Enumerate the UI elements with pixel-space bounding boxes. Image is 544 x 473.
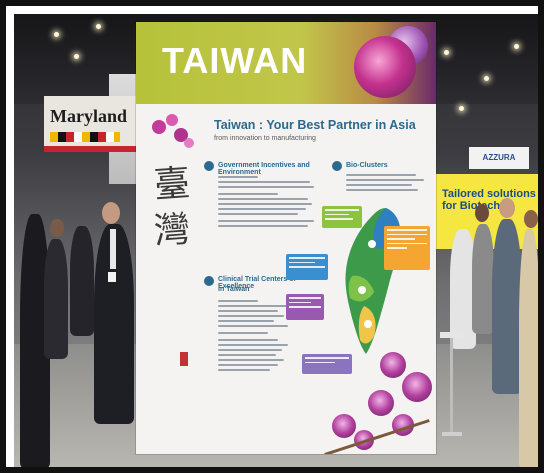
visitor-silhouette xyxy=(492,219,522,394)
ceiling-light xyxy=(54,32,59,37)
visitor-silhouette xyxy=(70,226,94,336)
calligraphy-char: 臺 xyxy=(152,162,192,207)
calligraphy-taiwan: 臺 灣 xyxy=(152,162,194,254)
azzura-sign: AZZURA xyxy=(469,147,529,169)
banner-subtitle: Taiwan : Your Best Partner in Asia xyxy=(214,118,416,132)
orchid-flower-icon xyxy=(402,372,432,402)
section-bullet-icon xyxy=(204,161,214,171)
shirt-collar xyxy=(110,229,116,269)
banner-tagline: from innovation to manufacturing xyxy=(214,135,316,142)
ceiling-light xyxy=(96,24,101,29)
visitor-silhouette xyxy=(44,239,68,359)
ceiling-light xyxy=(444,50,449,55)
ceiling-light xyxy=(514,44,519,49)
ceiling-light xyxy=(484,76,489,81)
section-bio-text xyxy=(346,174,426,194)
red-seal-stamp xyxy=(180,352,188,366)
callout-box-icon xyxy=(384,226,430,270)
ceiling-light xyxy=(459,106,464,111)
orchid-flower-icon xyxy=(332,414,356,438)
taiwan-banner: TAIWAN Taiwan : Your Best Partner in Asi… xyxy=(136,22,436,454)
section-clinical-sub: in Taiwan xyxy=(218,286,250,293)
callout-box-icon xyxy=(286,294,324,320)
maryland-flag-stripe xyxy=(50,132,120,142)
section-gov-heading: Government Incentives and Environment xyxy=(218,162,310,176)
visitor-head xyxy=(50,219,64,237)
banner-title: TAIWAN xyxy=(162,40,308,81)
map-marker-icon xyxy=(358,286,366,294)
section-bullet-icon xyxy=(332,161,342,171)
visitor-silhouette xyxy=(519,229,538,467)
name-badge xyxy=(108,272,116,282)
visitor-head xyxy=(499,198,515,218)
map-marker-icon xyxy=(368,240,376,248)
stand-base xyxy=(442,432,462,436)
orchid-flower-icon xyxy=(380,352,406,378)
orchid-flower-icon xyxy=(368,390,394,416)
section-bullet-icon xyxy=(204,276,214,286)
biotech-booth-label: Tailored solutions for Biotech xyxy=(442,188,536,212)
booth-sign-label: Maryland xyxy=(50,106,128,126)
visitor-head xyxy=(102,202,120,224)
stand-pole xyxy=(450,338,453,434)
banner-header: TAIWAN xyxy=(136,22,436,104)
orchid-petal xyxy=(152,120,166,134)
map-marker-icon xyxy=(364,320,372,328)
ceiling-light xyxy=(74,54,79,59)
display-stand xyxy=(440,332,464,442)
callout-box-icon xyxy=(322,206,362,228)
section-bio-heading: Bio-Clusters xyxy=(346,162,388,169)
orchid-petal xyxy=(184,138,194,148)
callout-box-icon xyxy=(286,254,328,280)
visitor-head xyxy=(475,204,489,222)
callout-box-icon xyxy=(302,354,352,374)
section-gov-text xyxy=(218,176,318,230)
maryland-booth-sign: Maryland xyxy=(44,96,144,152)
orchid-flower-icon xyxy=(354,36,416,98)
photo-frame: Maryland AZZURA Tailored solutions for B… xyxy=(0,0,544,473)
visitor-head xyxy=(524,210,538,228)
orchid-petal xyxy=(166,114,178,126)
visitor-silhouette xyxy=(472,224,494,334)
calligraphy-char: 灣 xyxy=(152,208,192,253)
orchid-branch-icon xyxy=(148,114,196,150)
trade-show-photo: Maryland AZZURA Tailored solutions for B… xyxy=(14,14,538,467)
